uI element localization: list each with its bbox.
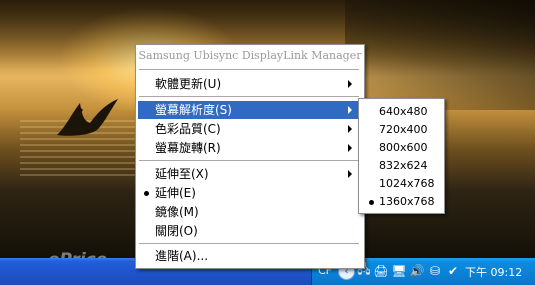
menu-item-off[interactable]: 關閉(O) xyxy=(138,222,360,240)
menu-separator xyxy=(139,243,359,245)
menu-item-extend-to[interactable]: 延伸至(X) xyxy=(138,165,360,183)
menu-title: Samsung Ubisync DisplayLink Manager xyxy=(138,49,362,62)
display-icon[interactable]: 🖥 xyxy=(391,263,406,278)
volume-icon[interactable]: 🔊 xyxy=(410,263,425,278)
menu-item-color-quality[interactable]: 色彩品質(C) xyxy=(138,120,360,138)
submenu-arrow-icon xyxy=(348,106,352,114)
menu-separator xyxy=(139,69,359,71)
resolution-option-selected[interactable]: 1360x768 xyxy=(361,193,441,211)
submenu-arrow-icon xyxy=(348,170,352,178)
update-icon[interactable]: ✔ xyxy=(446,263,460,278)
swan-silhouette xyxy=(57,99,118,136)
displaylink-context-menu: Samsung Ubisync DisplayLink Manager 軟體更新… xyxy=(135,44,365,269)
printer-icon[interactable]: 🖨 xyxy=(373,263,388,278)
resolution-option[interactable]: 1024x768 xyxy=(361,175,441,193)
submenu-arrow-icon xyxy=(348,144,352,152)
safely-remove-icon[interactable]: ⛁ xyxy=(428,263,442,278)
menu-item-advanced[interactable]: 進階(A)... xyxy=(138,247,360,265)
menu-separator xyxy=(139,160,359,162)
menu-item-software-update[interactable]: 軟體更新(U) xyxy=(138,75,360,93)
resolution-option[interactable]: 640x480 xyxy=(361,103,441,121)
submenu-arrow-icon xyxy=(348,80,352,88)
resolution-option[interactable]: 720x400 xyxy=(361,121,441,139)
selected-bullet-icon xyxy=(144,191,149,196)
menu-item-mirror[interactable]: 鏡像(M) xyxy=(138,203,360,221)
menu-separator xyxy=(139,96,359,98)
selected-bullet-icon xyxy=(369,200,374,205)
clock[interactable]: 下午 09:12 xyxy=(465,264,522,280)
menu-item-screen-resolution[interactable]: 螢幕解析度(S) xyxy=(138,101,360,119)
resolution-submenu: 640x480 720x400 800x600 832x624 1024x768… xyxy=(358,98,445,214)
menu-item-extend[interactable]: 延伸(E) xyxy=(138,184,360,202)
menu-item-screen-rotation[interactable]: 螢幕旋轉(R) xyxy=(138,139,360,157)
resolution-option[interactable]: 832x624 xyxy=(361,157,441,175)
resolution-option[interactable]: 800x600 xyxy=(361,139,441,157)
trees xyxy=(345,0,535,110)
submenu-arrow-icon xyxy=(348,125,352,133)
